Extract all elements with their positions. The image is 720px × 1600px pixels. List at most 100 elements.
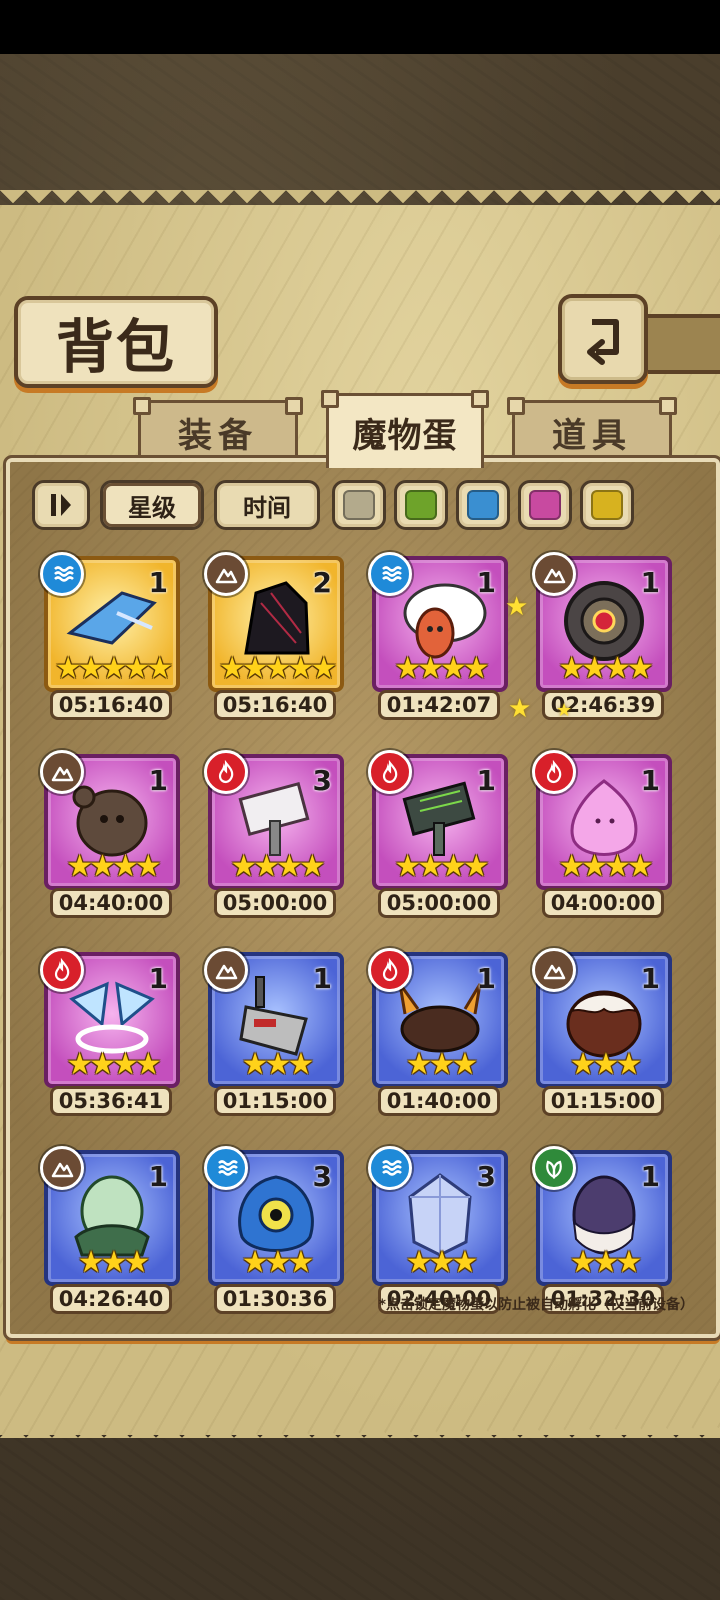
egg-count: 1 [476, 566, 496, 599]
star-rating: ★★★ [241, 1245, 315, 1280]
egg-slot[interactable]: 1 ★★★★ 05:36:41 [40, 948, 180, 1122]
star-rating: ★★★ [241, 1047, 315, 1082]
egg-count: 3 [312, 1160, 332, 1193]
egg-slot[interactable]: 1 ★★★ 01:15:00 [204, 948, 344, 1122]
egg-count: 1 [312, 962, 332, 995]
swatch [467, 490, 499, 520]
egg-count: 1 [148, 962, 168, 995]
star-rating: ★★★ [77, 1245, 151, 1280]
filter-color-blue[interactable] [456, 480, 510, 530]
sort-label: 时间 [243, 493, 291, 522]
lock-hint-text: *点击锁定魔物蛋以防止被自动孵化（仅当前设备） [378, 1297, 694, 1313]
egg-count: 1 [640, 1160, 660, 1193]
earth-element-icon [204, 948, 248, 992]
egg-count: 1 [640, 764, 660, 797]
earth-element-icon [40, 750, 84, 794]
star-rating: ★★★★ [558, 849, 654, 884]
sort-order-button[interactable] [32, 480, 90, 530]
star-rating: ★★★ [405, 1047, 479, 1082]
back-button[interactable] [558, 294, 648, 384]
sparkle-icon: ★ [508, 694, 532, 724]
filter-color-green[interactable] [394, 480, 448, 530]
hatch-timer: 01:42:07 [378, 690, 500, 720]
hatch-timer: 05:16:40 [50, 690, 172, 720]
swatch [343, 490, 375, 520]
egg-count: 1 [148, 566, 168, 599]
hatch-timer: 05:00:00 [378, 888, 500, 918]
earth-element-icon [532, 552, 576, 596]
star-rating: ★★★★★ [54, 651, 173, 686]
water-element-icon [40, 552, 84, 596]
star-rating: ★★★ [569, 1047, 643, 1082]
hatch-timer: 05:16:40 [214, 690, 336, 720]
egg-count: 1 [640, 962, 660, 995]
sort-by-star-button[interactable]: 星级 [100, 480, 204, 530]
sparkle-icon: ★ [556, 700, 573, 721]
hatch-timer: 05:00:00 [214, 888, 336, 918]
star-rating: ★★★ [569, 1245, 643, 1280]
sparkle-icon: ★ [505, 592, 529, 622]
egg-slot[interactable]: 1 ★★★★ 04:40:00 [40, 750, 180, 924]
fire-element-icon [368, 948, 412, 992]
egg-count: 1 [148, 764, 168, 797]
hatch-timer: 04:26:40 [50, 1284, 172, 1314]
sort-label: 星级 [128, 493, 176, 522]
hatch-timer: 01:40:00 [378, 1086, 500, 1116]
title-plate: 背包 [14, 296, 218, 388]
egg-slot[interactable]: 1 ★★★ 01:15:00 [532, 948, 672, 1122]
tab-items[interactable]: 道具 [507, 397, 677, 461]
earth-element-icon [532, 948, 576, 992]
egg-slot[interactable]: 1 ★★★★★ 05:16:40 [40, 552, 180, 726]
back-arrow-icon [587, 319, 619, 365]
egg-count: 2 [312, 566, 332, 599]
sort-by-time-button[interactable]: 时间 [214, 480, 320, 530]
hatch-timer: 04:00:00 [542, 888, 664, 918]
egg-slot[interactable]: 3 ★★★ 01:30:36 [204, 1146, 344, 1320]
egg-slot[interactable]: 1 ★★★★ 01:42:07 [368, 552, 508, 726]
zigzag-edge-top [0, 190, 720, 216]
star-rating: ★★★★ [66, 1047, 162, 1082]
egg-slot[interactable]: 2 ★★★★★ 05:16:40 [204, 552, 344, 726]
egg-slot[interactable]: 1 ★★★★ 05:00:00 [368, 750, 508, 924]
egg-slot[interactable]: 3 ★★★★ 05:00:00 [204, 750, 344, 924]
fire-element-icon [532, 750, 576, 794]
water-element-icon [368, 1146, 412, 1190]
water-element-icon [368, 552, 412, 596]
back-button-arm [640, 314, 720, 374]
swatch [591, 490, 623, 520]
star-rating: ★★★★ [394, 651, 490, 686]
egg-slot[interactable]: 1 ★★★★ 04:00:00 [532, 750, 672, 924]
egg-count: 1 [148, 1160, 168, 1193]
star-rating: ★★★★ [394, 849, 490, 884]
swatch [529, 490, 561, 520]
egg-slot[interactable]: 1 ★★★ 01:40:00 [368, 948, 508, 1122]
page-title: 背包 [55, 313, 176, 381]
hatch-timer: 01:15:00 [214, 1086, 336, 1116]
tab-label: 魔物蛋 [352, 415, 458, 456]
earth-element-icon [40, 1146, 84, 1190]
hatch-timer: 05:36:41 [50, 1086, 172, 1116]
zigzag-edge-bottom [0, 1412, 720, 1438]
hatch-timer: 04:40:00 [50, 888, 172, 918]
tab-label: 道具 [552, 415, 632, 456]
tab-monster-eggs[interactable]: 魔物蛋 [321, 390, 489, 468]
status-bar [0, 0, 720, 54]
fire-element-icon [204, 750, 248, 794]
fire-element-icon [368, 750, 412, 794]
filter-color-gray[interactable] [332, 480, 386, 530]
earth-element-icon [204, 552, 248, 596]
tab-equipment[interactable]: 装备 [133, 397, 303, 461]
fire-element-icon [40, 948, 84, 992]
egg-count: 3 [476, 1160, 496, 1193]
swatch [405, 490, 437, 520]
star-rating: ★★★ [405, 1245, 479, 1280]
egg-count: 1 [640, 566, 660, 599]
filter-color-pink[interactable] [518, 480, 572, 530]
egg-slot[interactable]: 1 ★★★ 04:26:40 [40, 1146, 180, 1320]
nature-element-icon [532, 1146, 576, 1190]
egg-count: 1 [476, 962, 496, 995]
star-rating: ★★★★ [558, 651, 654, 686]
egg-count: 3 [312, 764, 332, 797]
filter-color-yellow[interactable] [580, 480, 634, 530]
egg-count: 1 [476, 764, 496, 797]
